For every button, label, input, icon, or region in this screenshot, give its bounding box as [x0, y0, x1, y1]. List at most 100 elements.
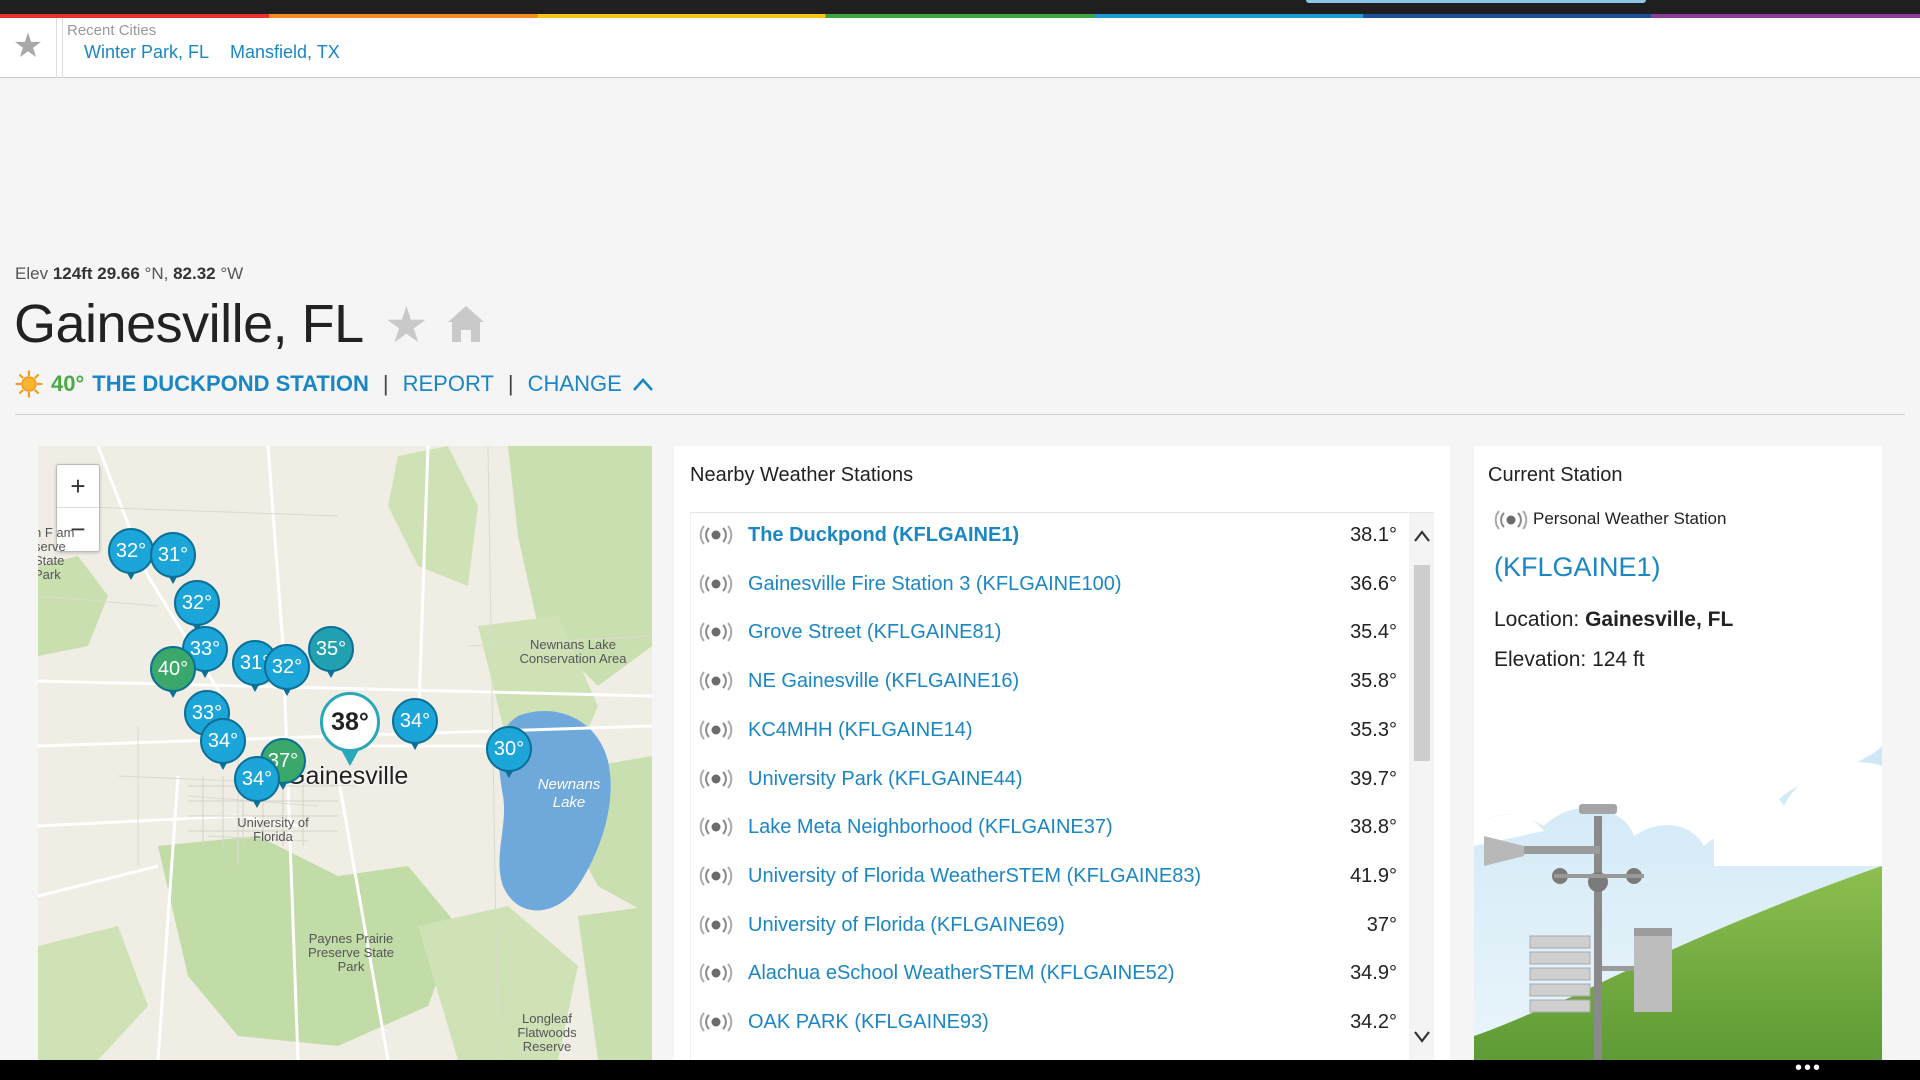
station-list[interactable]: The Duckpond (KFLGAINE1) 38.1° Gainesville… — [690, 512, 1434, 1060]
station-name-link[interactable]: KC4MHH (KFLGAINE14) — [748, 719, 973, 742]
map-place-label: n F am serve State Park — [38, 525, 75, 582]
panel-title: Current Station — [1488, 464, 1623, 486]
star-icon[interactable]: ★ — [10, 28, 46, 64]
map-place-label: Paynes Prairie Preserve State Park — [308, 931, 394, 974]
station-name-link[interactable]: THE DUCKPOND STATION — [92, 371, 369, 397]
change-link[interactable]: CHANGE — [528, 371, 622, 397]
station-temperature: 41.9° — [1350, 864, 1397, 887]
elevation-coordinates: Elev 124ft 29.66 °N, 82.32 °W — [15, 264, 243, 284]
chevron-up-icon[interactable] — [1413, 529, 1431, 543]
broadcast-icon — [699, 622, 733, 643]
more-options-icon[interactable]: ••• — [1795, 1058, 1822, 1078]
station-name-link[interactable]: University of Florida WeatherSTEM (KFLGA… — [748, 865, 1201, 888]
station-temperature: 37° — [1366, 913, 1397, 936]
weather-map[interactable]: + − n F am serve State Park Newnans Lake… — [38, 446, 652, 1060]
pin-temp: 35° — [308, 626, 354, 672]
panel-title: Nearby Weather Stations — [690, 464, 914, 486]
station-row[interactable]: OAK PARK (KFLGAINE93) 34.2° — [691, 1000, 1409, 1048]
station-row[interactable]: Alachua eSchool WeatherSTEM (KFLGAINE52)… — [691, 951, 1409, 999]
temperature-pin[interactable]: 35° — [308, 626, 358, 682]
map-place-label: Newnans Lake Conservation Area — [519, 637, 627, 666]
elevation-label: Elevation: — [1494, 648, 1587, 671]
separator: | — [507, 371, 514, 396]
pin-temp: 32° — [174, 580, 220, 626]
broadcast-icon — [699, 768, 733, 789]
favorite-star-icon[interactable]: ★ — [384, 300, 429, 350]
page-title: Gainesville, FL — [14, 294, 364, 354]
map-place-label: University of Florida — [237, 815, 309, 844]
scrollbar[interactable] — [1409, 513, 1434, 1060]
station-temperature: 35.4° — [1350, 621, 1397, 644]
weather-station-illustration — [1474, 746, 1882, 1060]
longitude-unit: °W — [220, 264, 244, 283]
broadcast-icon — [699, 914, 733, 935]
latitude-unit: °N, — [144, 264, 169, 283]
home-icon[interactable] — [444, 302, 488, 346]
temperature-pin[interactable]: 30° — [486, 726, 536, 782]
station-name-link[interactable]: University of Florida (KFLGAINE69) — [748, 914, 1065, 937]
broadcast-icon — [1494, 510, 1528, 530]
station-row[interactable]: NE Gainesville (KFLGAINE16) 35.8° — [691, 659, 1409, 707]
pin-temp: 31° — [150, 532, 196, 578]
station-row[interactable]: University Park (KFLGAINE44) 39.7° — [691, 757, 1409, 805]
station-temperature: 36.6° — [1350, 572, 1397, 595]
station-temperature: 39.7° — [1350, 767, 1397, 790]
station-row[interactable]: Lake Meta Neighborhood (KFLGAINE37) 38.8° — [691, 805, 1409, 853]
divider — [56, 18, 57, 78]
selected-station-pin[interactable]: 38° — [320, 692, 382, 768]
station-row[interactable]: University of Florida (KFLGAINE69) 37° — [691, 903, 1409, 951]
station-name-link[interactable]: OAK PARK (KFLGAINE93) — [748, 1011, 989, 1034]
temperature-pin[interactable]: 32° — [264, 644, 314, 700]
current-station-panel: Current Station Personal Weather Station… — [1474, 446, 1882, 1060]
station-row[interactable]: KC4MHH (KFLGAINE14) 35.3° — [691, 708, 1409, 756]
station-name-link[interactable]: NE Gainesville (KFLGAINE16) — [748, 670, 1019, 693]
map-place-label: Longleaf Flatwoods Reserve — [517, 1011, 577, 1054]
chevron-up-icon[interactable] — [632, 376, 654, 392]
broadcast-icon — [699, 817, 733, 837]
station-name-link[interactable]: University Park (KFLGAINE44) — [748, 768, 1023, 791]
temperature-pin[interactable]: 34° — [234, 756, 284, 812]
station-type: Personal Weather Station — [1533, 509, 1727, 528]
broadcast-icon — [699, 574, 733, 594]
station-row[interactable]: The Duckpond (KFLGAINE1) 38.1° — [691, 513, 1409, 561]
taskbar: ••• — [0, 1058, 1920, 1080]
zoom-in-button[interactable]: + — [57, 465, 99, 508]
chevron-down-icon[interactable] — [1413, 1029, 1431, 1043]
station-row[interactable]: University of Florida WeatherSTEM (KFLGA… — [691, 854, 1409, 902]
broadcast-icon — [699, 671, 733, 691]
report-link[interactable]: REPORT — [403, 371, 494, 397]
broadcast-icon — [699, 963, 733, 983]
sun-icon — [15, 370, 43, 398]
station-temperature: 38.8° — [1350, 816, 1397, 839]
station-row[interactable]: Grove Street (KFLGAINE81) 35.4° — [691, 610, 1409, 658]
recent-city-link[interactable]: Winter Park, FL — [84, 42, 209, 63]
station-name-link[interactable]: Alachua eSchool WeatherSTEM (KFLGAINE52) — [748, 962, 1174, 985]
broadcast-icon — [699, 525, 733, 545]
station-location: Location: Gainesville, FL — [1494, 608, 1733, 632]
longitude-value: 82.32 — [173, 264, 216, 283]
station-id-link[interactable]: (KFLGAINE1) — [1494, 552, 1661, 583]
pin-temp: 34° — [392, 698, 438, 744]
pin-temp: 30° — [486, 726, 532, 772]
station-temperature: 35.8° — [1350, 670, 1397, 693]
pin-temp: 40° — [150, 646, 196, 692]
broadcast-icon — [699, 720, 733, 740]
scrollbar-thumb[interactable] — [1414, 565, 1430, 761]
map-lake-label: Newnans Lake — [537, 776, 601, 811]
recent-city-link[interactable]: Mansfield, TX — [230, 42, 340, 63]
nearby-stations-panel: Nearby Weather Stations The Duckpond (KF… — [674, 446, 1450, 1060]
station-row[interactable]: Gainesville Fire Station 3 (KFLGAINE100)… — [691, 562, 1409, 610]
station-name-link[interactable]: Gainesville Fire Station 3 (KFLGAINE100) — [748, 573, 1122, 596]
current-temperature: 40° — [51, 371, 85, 396]
station-elevation: Elevation: 124 ft — [1494, 648, 1645, 672]
station-temperature: 38.1° — [1350, 524, 1397, 546]
station-name-link[interactable]: The Duckpond (KFLGAINE1) — [748, 524, 1019, 547]
location-value: Gainesville, FL — [1585, 608, 1734, 631]
station-temperature: 34.2° — [1350, 1011, 1397, 1033]
divider — [62, 18, 63, 78]
header-search-box-edge[interactable] — [1306, 0, 1646, 3]
broadcast-icon — [699, 1012, 733, 1032]
temperature-pin[interactable]: 34° — [392, 698, 442, 754]
station-name-link[interactable]: Lake Meta Neighborhood (KFLGAINE37) — [748, 816, 1113, 839]
station-name-link[interactable]: Grove Street (KFLGAINE81) — [748, 621, 1001, 644]
